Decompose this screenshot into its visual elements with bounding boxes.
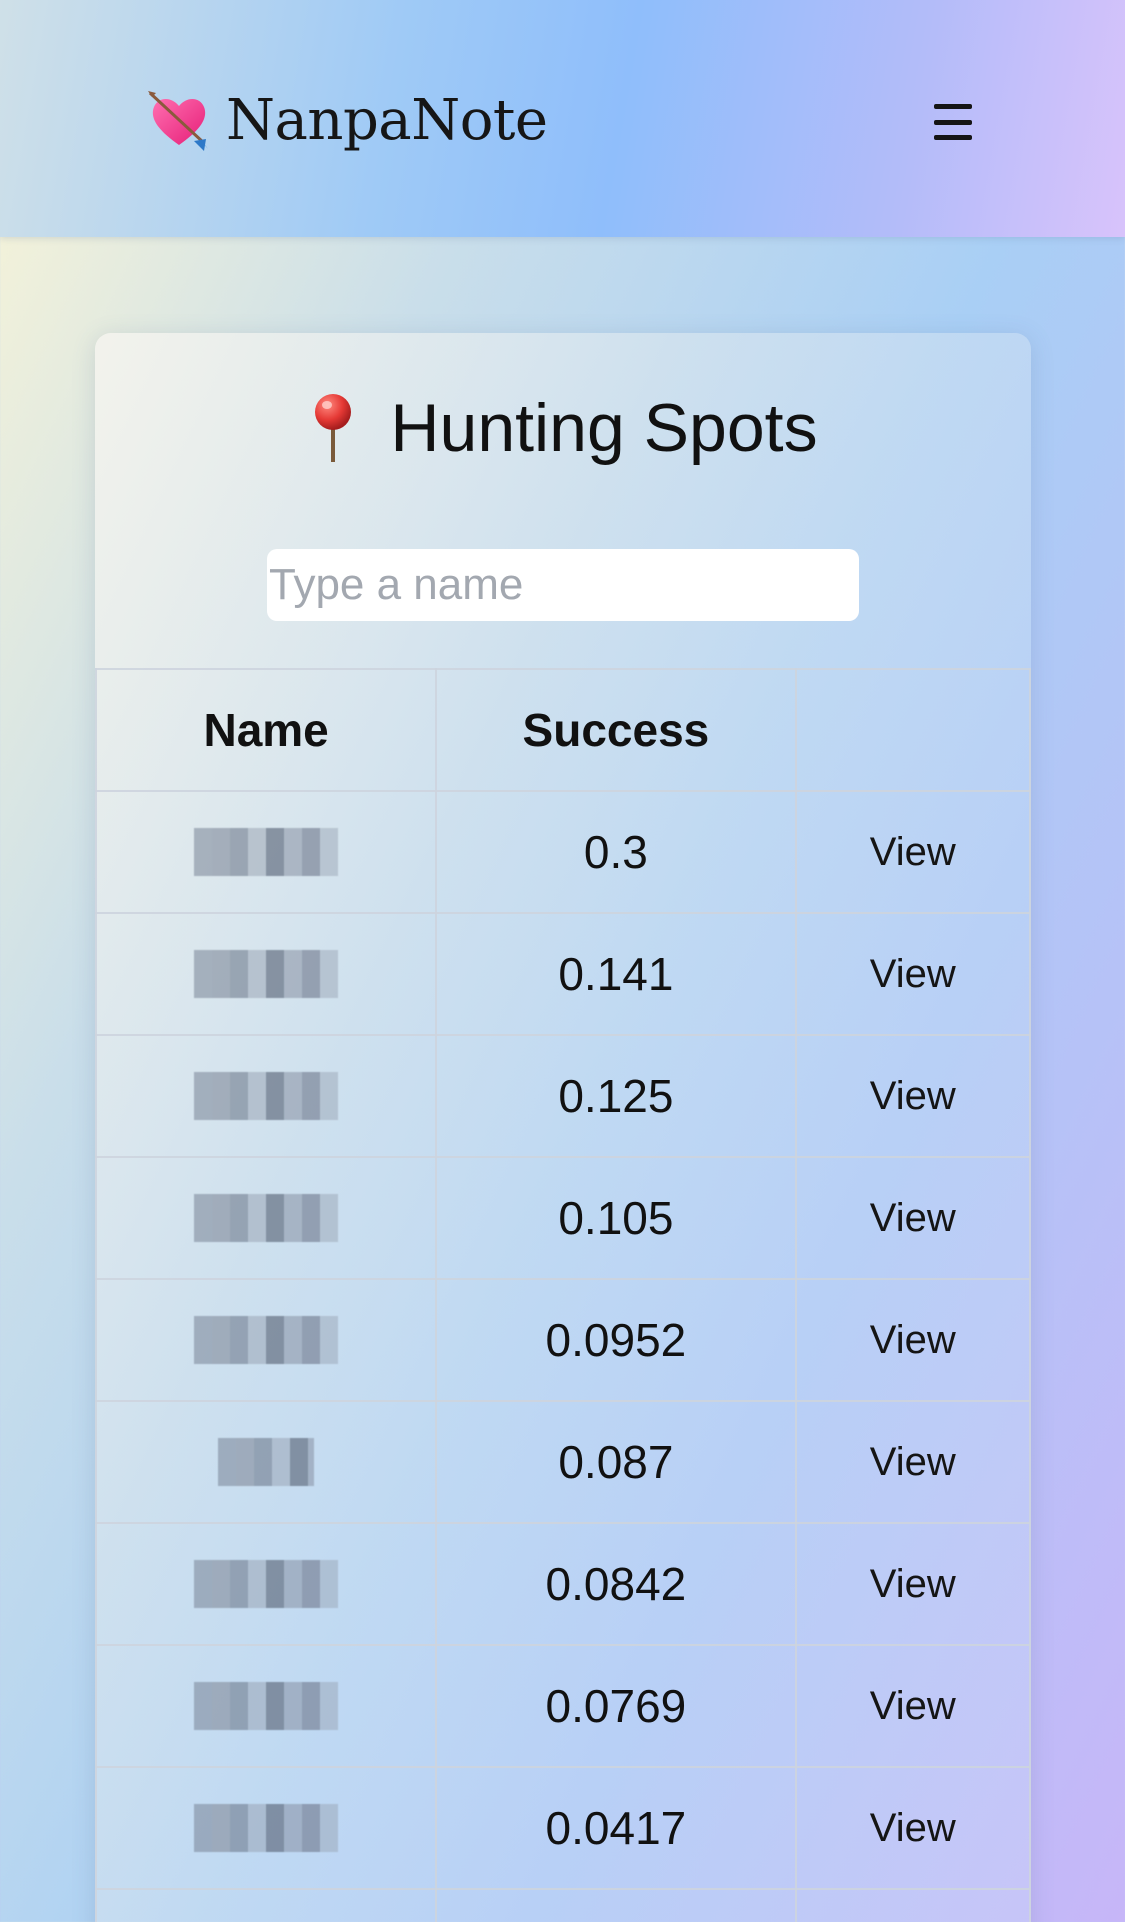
action-cell: View (794, 1766, 1031, 1890)
name-cell (95, 1278, 438, 1402)
redacted-name (194, 950, 339, 998)
table-row: 0.125 View (95, 1034, 1031, 1158)
table-row: 0.3 View (95, 790, 1031, 914)
name-cell (95, 1156, 438, 1280)
redacted-name (194, 1072, 339, 1120)
table-row (95, 1888, 1031, 1922)
success-cell: 0.125 (435, 1034, 797, 1158)
table-row: 0.141 View (95, 912, 1031, 1036)
action-cell: View (794, 1034, 1031, 1158)
search-input[interactable] (267, 549, 859, 621)
name-cell (95, 1888, 438, 1922)
page-title-text: Hunting Spots (390, 390, 818, 466)
success-cell (435, 1888, 797, 1922)
action-cell (794, 1888, 1031, 1922)
view-link[interactable]: View (870, 1074, 956, 1118)
name-cell (95, 912, 438, 1036)
name-cell (95, 1644, 438, 1768)
name-cell (95, 1766, 438, 1890)
page-title: Hunting Spots (95, 383, 1031, 473)
view-link[interactable]: View (870, 1806, 956, 1850)
table-row: 0.105 View (95, 1156, 1031, 1280)
success-cell: 0.0842 (435, 1522, 797, 1646)
view-link[interactable]: View (870, 1440, 956, 1484)
success-cell: 0.0769 (435, 1644, 797, 1768)
action-cell: View (794, 790, 1031, 914)
redacted-name (194, 828, 339, 876)
spots-table: Name Success 0.3 View 0.141 View 0.125 V… (95, 668, 1031, 1922)
table-header-row: Name Success (95, 668, 1031, 792)
round-pushpin-icon (315, 394, 352, 462)
success-cell: 0.105 (435, 1156, 797, 1280)
redacted-name (194, 1316, 339, 1364)
redacted-name (194, 1194, 339, 1242)
action-cell: View (794, 1400, 1031, 1524)
view-link[interactable]: View (870, 1318, 956, 1362)
redacted-name (218, 1438, 315, 1486)
table-row: 0.087 View (95, 1400, 1031, 1524)
column-header-name: Name (95, 668, 438, 792)
table-row: 0.0842 View (95, 1522, 1031, 1646)
name-cell (95, 1034, 438, 1158)
action-cell: View (794, 1644, 1031, 1768)
spots-card: Hunting Spots Name Success 0.3 View 0.14… (95, 333, 1031, 1922)
redacted-name (194, 1804, 339, 1852)
table-row: 0.0417 View (95, 1766, 1031, 1890)
redacted-name (194, 1682, 339, 1730)
success-cell: 0.141 (435, 912, 797, 1036)
heart-with-arrow-icon (148, 91, 208, 151)
action-cell: View (794, 1278, 1031, 1402)
brand-logo[interactable]: NanpaNote (146, 80, 548, 160)
success-cell: 0.3 (435, 790, 797, 914)
action-cell: View (794, 1522, 1031, 1646)
view-link[interactable]: View (870, 1684, 956, 1728)
app-header: NanpaNote (0, 0, 1125, 237)
name-cell (95, 1522, 438, 1646)
view-link[interactable]: View (870, 830, 956, 874)
menu-line (934, 135, 972, 140)
name-cell (95, 790, 438, 914)
column-header-action (794, 668, 1031, 792)
redacted-name (194, 1560, 339, 1608)
success-cell: 0.087 (435, 1400, 797, 1524)
view-link[interactable]: View (870, 1562, 956, 1606)
brand-name: NanpaNote (226, 87, 548, 153)
hamburger-menu-icon[interactable] (934, 104, 974, 140)
success-cell: 0.0952 (435, 1278, 797, 1402)
menu-line (934, 119, 972, 125)
view-link[interactable]: View (870, 1196, 956, 1240)
success-cell: 0.0417 (435, 1766, 797, 1890)
action-cell: View (794, 912, 1031, 1036)
table-row: 0.0952 View (95, 1278, 1031, 1402)
name-cell (95, 1400, 438, 1524)
menu-line (934, 104, 972, 109)
action-cell: View (794, 1156, 1031, 1280)
column-header-success: Success (435, 668, 797, 792)
view-link[interactable]: View (870, 952, 956, 996)
table-row: 0.0769 View (95, 1644, 1031, 1768)
